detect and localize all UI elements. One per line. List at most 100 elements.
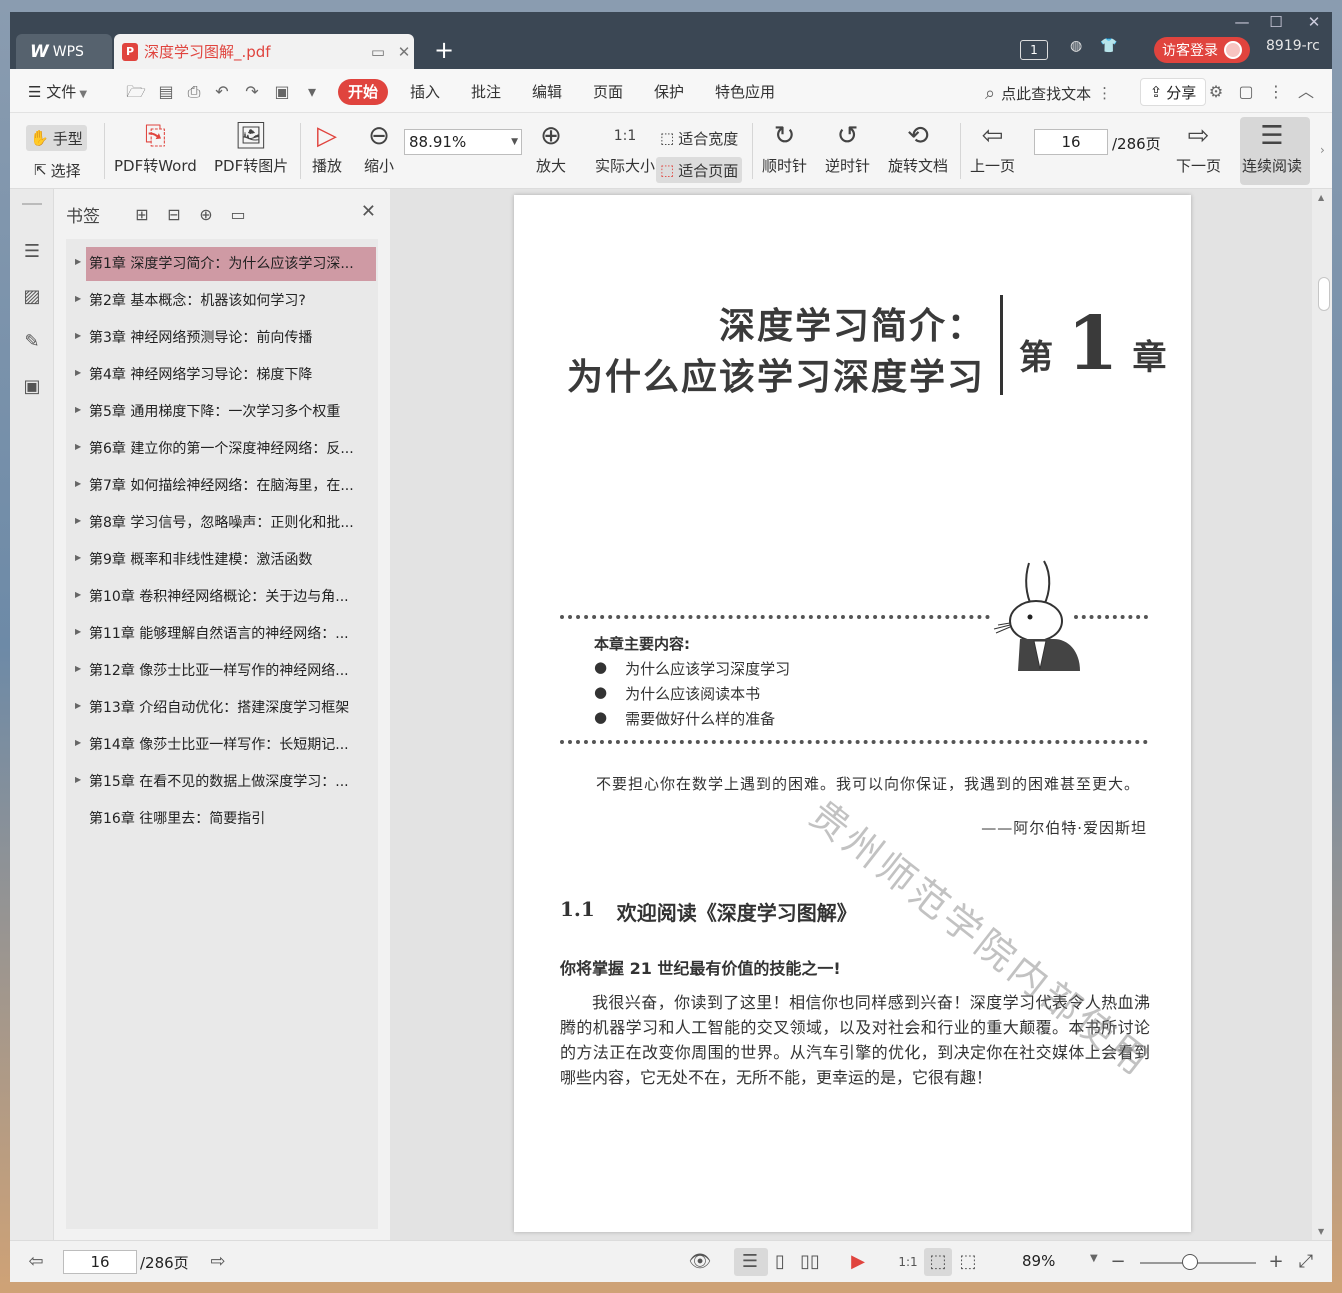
rotate-counterclockwise-button[interactable]: ↺ 逆时针	[825, 119, 870, 176]
tab-special-apps[interactable]: 特色应用	[715, 79, 775, 105]
expand-arrow-icon[interactable]: ▶	[75, 627, 81, 636]
bookmark-item[interactable]: ▶ 第4章 神经网络学习导论：梯度下降	[66, 358, 378, 392]
bookmark-options-icon[interactable]: ▭	[222, 205, 254, 224]
expand-arrow-icon[interactable]: ▶	[75, 331, 81, 340]
new-tab-icon[interactable]: +	[430, 36, 458, 66]
find-text-search[interactable]: ⌕ 点此查找文本 ⋮	[985, 81, 1112, 105]
expand-arrow-icon[interactable]: ▶	[75, 368, 81, 377]
visitor-login-button[interactable]: 访客登录	[1154, 37, 1250, 63]
continuous-page-icon[interactable]: ☰	[738, 1250, 762, 1274]
tab-insert[interactable]: 插入	[410, 79, 440, 105]
save-icon[interactable]: ▤	[156, 83, 176, 101]
expand-arrow-icon[interactable]: ▶	[75, 664, 81, 673]
previous-page-button[interactable]: ⇦ 上一页	[970, 119, 1015, 176]
zoom-out-status-icon[interactable]: −	[1106, 1250, 1130, 1274]
single-page-icon[interactable]: ▯	[768, 1250, 792, 1274]
close-tab-icon[interactable]: ✕	[394, 43, 414, 61]
zoom-select[interactable]: 88.91% ▼	[404, 129, 522, 155]
expand-arrow-icon[interactable]: ▶	[75, 775, 81, 784]
expand-arrow-icon[interactable]: ▶	[75, 553, 81, 562]
add-bookmark-icon[interactable]: ⊕	[190, 205, 222, 224]
bookmark-item[interactable]: ▶ 第14章 像莎士比亚一样写作：长短期记...	[66, 728, 378, 762]
status-zoom-value[interactable]: 89%	[1022, 1252, 1055, 1270]
settings-gear-icon[interactable]: ⚙	[1206, 83, 1226, 101]
bookmark-item[interactable]: ▶ 第1章 深度学习简介：为什么应该学习深...	[66, 247, 378, 281]
customize-dropdown-icon[interactable]: ▾	[302, 83, 322, 101]
vertical-scrollbar[interactable]: ▲ ▼	[1312, 189, 1332, 1240]
zoom-slider[interactable]	[1140, 1262, 1256, 1264]
attachment-icon[interactable]: ▣	[21, 376, 43, 398]
minimize-icon[interactable]: —	[1224, 12, 1260, 32]
comment-bubble-icon[interactable]: ▢	[1236, 83, 1256, 101]
bookmark-item[interactable]: ▶ 第10章 卷积神经网络概论：关于边与角...	[66, 580, 378, 614]
rotate-clockwise-button[interactable]: ↻ 顺时针	[762, 119, 807, 176]
tab-protect[interactable]: 保护	[654, 79, 684, 105]
thumbnail-icon[interactable]: ▨	[21, 286, 43, 308]
zoom-out-button[interactable]: ⊖ 缩小	[362, 119, 396, 176]
scroll-up-icon[interactable]: ▲	[1318, 193, 1324, 202]
more-options-icon[interactable]: ⋮	[1266, 83, 1286, 101]
wps-home-tab[interactable]: W WPS	[16, 34, 112, 69]
tab-start[interactable]: 开始	[338, 79, 389, 105]
expand-arrow-icon[interactable]: ▶	[75, 294, 81, 303]
undo-icon[interactable]: ↶	[212, 83, 232, 101]
next-page-button[interactable]: ⇨ 下一页	[1176, 119, 1221, 176]
document-view[interactable]: 深度学习简介： 为什么应该学习深度学习 第 1 章 本章主要内容: ● 为什么应该…	[390, 189, 1332, 1240]
bookmark-item[interactable]: ▶ 第6章 建立你的第一个深度神经网络：反...	[66, 432, 378, 466]
status-page-input[interactable]: 16	[63, 1250, 137, 1274]
fit-width-status-icon[interactable]: ⬚	[956, 1250, 980, 1274]
actual-size-status-icon[interactable]: 1:1	[896, 1250, 920, 1274]
expand-arrow-icon[interactable]: ▶	[75, 590, 81, 599]
pdf-to-image-button[interactable]: 🖼 PDF转图片	[214, 119, 288, 176]
zoom-slider-handle[interactable]	[1182, 1254, 1198, 1270]
fit-page-status-icon[interactable]: ⬚	[926, 1250, 950, 1274]
status-next-page-icon[interactable]: ⇨	[206, 1250, 230, 1274]
expand-all-icon[interactable]: ⊞	[126, 205, 158, 224]
scroll-down-icon[interactable]: ▼	[1318, 1227, 1324, 1236]
window-count-badge[interactable]: 1	[1020, 40, 1048, 60]
tab-float-icon[interactable]: ▭	[368, 43, 388, 61]
bookmark-item[interactable]: ▶ 第8章 学习信号，忽略噪声：正则化和批...	[66, 506, 378, 540]
page-number-input[interactable]: 16	[1034, 129, 1108, 155]
collapse-all-icon[interactable]: ⊟	[158, 205, 190, 224]
bookmark-item[interactable]: ▶ 第11章 能够理解自然语言的神经网络：...	[66, 617, 378, 651]
expand-arrow-icon[interactable]: ▶	[75, 442, 81, 451]
expand-arrow-icon[interactable]: ▶	[75, 701, 81, 710]
hand-tool-button[interactable]: ✋ 手型	[26, 125, 87, 151]
bookmark-item[interactable]: ▶ 第15章 在看不见的数据上做深度学习：...	[66, 765, 378, 799]
expand-arrow-icon[interactable]: ▶	[75, 405, 81, 414]
expand-arrow-icon[interactable]: ▶	[75, 516, 81, 525]
eye-protection-icon[interactable]: 👁	[688, 1250, 712, 1274]
tab-page[interactable]: 页面	[593, 79, 623, 105]
open-folder-icon[interactable]: 🗁	[126, 83, 146, 101]
zoom-in-button[interactable]: ⊕ 放大	[534, 119, 568, 176]
select-tool-button[interactable]: ⇱ 选择	[30, 157, 85, 183]
tab-comment[interactable]: 批注	[471, 79, 501, 105]
close-panel-icon[interactable]: ✕	[361, 201, 376, 222]
fullscreen-icon[interactable]: ⤢	[1294, 1250, 1318, 1274]
play-slideshow-icon[interactable]: ▶	[846, 1250, 870, 1274]
continuous-read-button[interactable]: ☰ 连续阅读	[1240, 117, 1310, 185]
close-window-icon[interactable]: ✕	[1296, 12, 1332, 32]
bookmark-item[interactable]: ▶ 第7章 如何描绘神经网络：在脑海里，在...	[66, 469, 378, 503]
actual-size-button[interactable]: 1:1 实际大小	[595, 119, 655, 176]
two-page-icon[interactable]: ▯▯	[798, 1250, 822, 1274]
bookmark-item[interactable]: ▶ 第5章 通用梯度下降：一次学习多个权重	[66, 395, 378, 429]
bookmark-item[interactable]: ▶ 第9章 概率和非线性建模：激活函数	[66, 543, 378, 577]
tab-edit[interactable]: 编辑	[532, 79, 562, 105]
bookmark-item[interactable]: ▶ 第13章 介绍自动优化：搭建深度学习框架	[66, 691, 378, 725]
maximize-icon[interactable]: ☐	[1258, 12, 1294, 32]
annotation-icon[interactable]: ✎	[21, 331, 43, 353]
file-menu[interactable]: ☰ 文件 ▼	[28, 79, 87, 105]
rotate-document-button[interactable]: ⟲ 旋转文档	[888, 119, 948, 176]
document-tab[interactable]: P 深度学习图解_.pdf ▭ ✕	[114, 34, 414, 69]
bookmark-item[interactable]: 第16章 往哪里去：简要指引	[66, 802, 378, 836]
collapse-ribbon-icon[interactable]: ︿	[1296, 83, 1316, 101]
more-vertical-icon[interactable]: ⋮	[1097, 84, 1112, 102]
zoom-in-status-icon[interactable]: +	[1264, 1250, 1288, 1274]
bookmark-list-icon[interactable]: ☰	[21, 241, 43, 263]
fit-width-button[interactable]: ⬚ 适合宽度	[656, 125, 742, 151]
play-button[interactable]: ▷ 播放	[310, 119, 344, 176]
pdf-to-word-button[interactable]: ⎘ PDF转Word	[114, 119, 197, 176]
fit-page-button[interactable]: ⬚ 适合页面	[656, 157, 743, 183]
